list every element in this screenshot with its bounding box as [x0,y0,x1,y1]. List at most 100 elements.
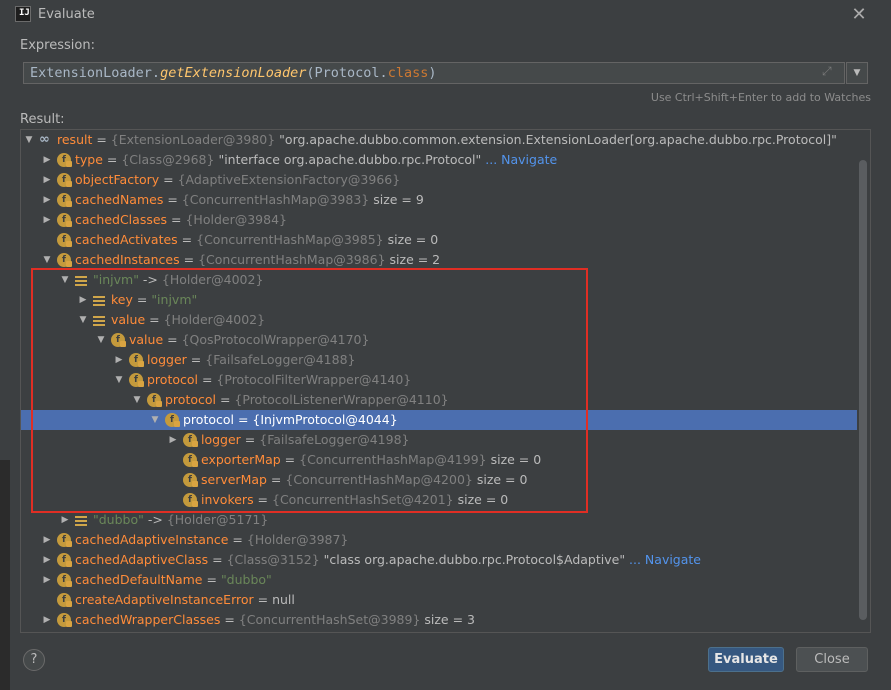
tree-row-text: cachedDefaultName = "dubbo" [75,570,272,590]
variable-name: createAdaptiveInstanceError [75,592,254,607]
variable-value: null [272,592,295,607]
expr-arg: Protocol [314,65,380,81]
variable-value: {ConcurrentHashMap@3986} [198,252,386,267]
window-title: Evaluate [38,7,95,22]
tree-row[interactable]: ▶ f cachedAdaptiveClass = {Class@3152} "cl… [21,550,858,570]
expand-arrow-icon[interactable]: ▶ [41,190,53,210]
expression-text[interactable]: ExtensionLoader.getExtensionLoader(Proto… [30,65,436,81]
expr-dot: . [151,65,161,81]
field-icon: f [57,233,72,247]
expr-method: getExtensionLoader [160,65,307,81]
expr-class: ExtensionLoader [30,65,152,81]
tree-row[interactable]: ▶ f cachedWrapperClasses = {ConcurrentHash… [21,610,858,630]
variable-name: cachedAdaptiveInstance [75,532,229,547]
tree-row[interactable]: ▶ f cachedNames = {ConcurrentHashMap@3983}… [21,190,858,210]
tree-row[interactable]: ▶ f objectFactory = {AdaptiveExtensionFact… [21,170,858,190]
variable-value: {Class@2968} [121,152,215,167]
variable-value: "dubbo" [220,572,272,587]
map-arrow: -> [143,512,167,527]
variable-extra: "class org.apache.dubbo.rpc.Protocol$Ada… [319,552,626,567]
variable-name: cachedAdaptiveClass [75,552,209,567]
evaluate-button[interactable]: Evaluate [708,647,784,672]
variable-name: objectFactory [75,172,160,187]
variable-value: {Holder@3984} [185,212,287,227]
field-icon: f [57,153,72,167]
variable-name: result [57,132,93,147]
help-button[interactable]: ? [23,649,45,671]
tree-row[interactable]: ▶ f cachedDefaultName = "dubbo" [21,570,858,590]
equals-sign: = [167,212,186,227]
tree-row-text: objectFactory = {AdaptiveExtensionFactor… [75,170,400,190]
field-icon: f [57,213,72,227]
tree-row-text: cachedNames = {ConcurrentHashMap@3983} s… [75,190,424,210]
variable-value: {Holder@5171} [166,512,269,527]
expr-dot: . [379,65,388,81]
expand-arrow-icon[interactable]: ▶ [41,530,53,550]
variable-name: cachedDefaultName [75,572,203,587]
equals-sign: = [208,552,227,567]
tree-row-text: createAdaptiveInstanceError = null [75,590,295,610]
variable-value: {ConcurrentHashMap@3985} [196,232,384,247]
variable-extra: "org.apache.dubbo.common.extension.Exten… [275,132,837,147]
vertical-scrollbar-thumb[interactable] [859,160,867,620]
tree-row-text: cachedAdaptiveClass = {Class@3152} "clas… [75,550,701,570]
tree-row-text: "dubbo" -> {Holder@5171} [93,510,268,530]
expand-arrow-icon[interactable]: ▶ [41,150,53,170]
equals-sign: = [179,252,199,267]
tree-row[interactable]: ▶ f cachedClasses = {Holder@3984} [21,210,858,230]
expand-arrow-icon[interactable]: ▶ [41,610,53,630]
variable-extra: "interface org.apache.dubbo.rpc.Protocol… [214,152,482,167]
variable-name: cachedActivates [75,232,178,247]
tree-row[interactable]: f createAdaptiveInstanceError = null [21,590,858,610]
tree-row[interactable]: ▶ "dubbo" -> {Holder@5171} [21,510,858,530]
navigate-link[interactable]: ... Navigate [481,152,557,167]
variable-extra: size = 3 [420,612,475,627]
evaluate-dialog: IJ Evaluate ✕ Expression: ExtensionLoade… [0,0,891,690]
history-dropdown-button[interactable]: ▼ [846,62,868,84]
equals-sign: = [228,532,247,547]
field-icon: f [57,173,72,187]
navigate-link[interactable]: ... Navigate [625,552,701,567]
equals-sign: = [159,172,178,187]
equals-sign: = [202,572,221,587]
tree-row[interactable]: ▶ f type = {Class@2968} "interface org.apa… [21,150,858,170]
variable-value: {ExtensionLoader@3980} [110,132,276,147]
field-icon: f [57,553,72,567]
close-button[interactable]: Close [796,647,868,672]
variable-name: cachedWrapperClasses [75,612,221,627]
variable-value: {AdaptiveExtensionFactory@3966} [177,172,401,187]
expand-arrow-icon[interactable]: ▶ [41,210,53,230]
field-icon: f [57,573,72,587]
close-icon[interactable]: ✕ [850,4,868,25]
equals-sign: = [163,192,182,207]
equals-sign: = [253,592,273,607]
variable-name: cachedClasses [75,212,168,227]
variable-value: {ConcurrentHashSet@3989} [238,612,421,627]
expand-editor-icon[interactable]: ⤢ [822,64,838,80]
tree-row[interactable]: ▼ f cachedInstances = {ConcurrentHashMap@3… [21,250,858,270]
variable-extra: size = 2 [385,252,441,267]
expand-arrow-icon[interactable]: ▶ [41,570,53,590]
expand-arrow-icon[interactable]: ▶ [59,510,71,530]
tree-row-text: cachedClasses = {Holder@3984} [75,210,287,230]
intellij-app-icon: IJ [15,6,31,22]
collapse-arrow-icon[interactable]: ▼ [23,130,35,150]
expression-label: Expression: [20,38,95,53]
tree-row-text: cachedAdaptiveInstance = {Holder@3987} [75,530,348,550]
field-icon: f [57,253,72,267]
expand-arrow-icon[interactable]: ▶ [41,550,53,570]
expand-arrow-icon[interactable]: ▶ [41,170,53,190]
variable-name: cachedInstances [75,252,180,267]
map-key: "dubbo" [93,512,144,527]
watch-result-icon: ∞ [39,132,50,147]
tree-row-text: cachedWrapperClasses = {ConcurrentHashSe… [75,610,475,630]
expression-input[interactable]: ExtensionLoader.getExtensionLoader(Proto… [23,62,845,84]
collapse-arrow-icon[interactable]: ▼ [41,250,53,270]
tree-row[interactable]: ▼ ∞ result = {ExtensionLoader@3980} "org.a… [21,130,858,150]
tree-row-text: type = {Class@2968} "interface org.apach… [75,150,557,170]
field-icon: f [57,193,72,207]
variable-value: {ConcurrentHashMap@3983} [181,192,370,207]
tree-row[interactable]: f cachedActivates = {ConcurrentHashMap@39… [21,230,858,250]
tree-row-text: cachedInstances = {ConcurrentHashMap@398… [75,250,440,270]
tree-row[interactable]: ▶ f cachedAdaptiveInstance = {Holder@3987} [21,530,858,550]
